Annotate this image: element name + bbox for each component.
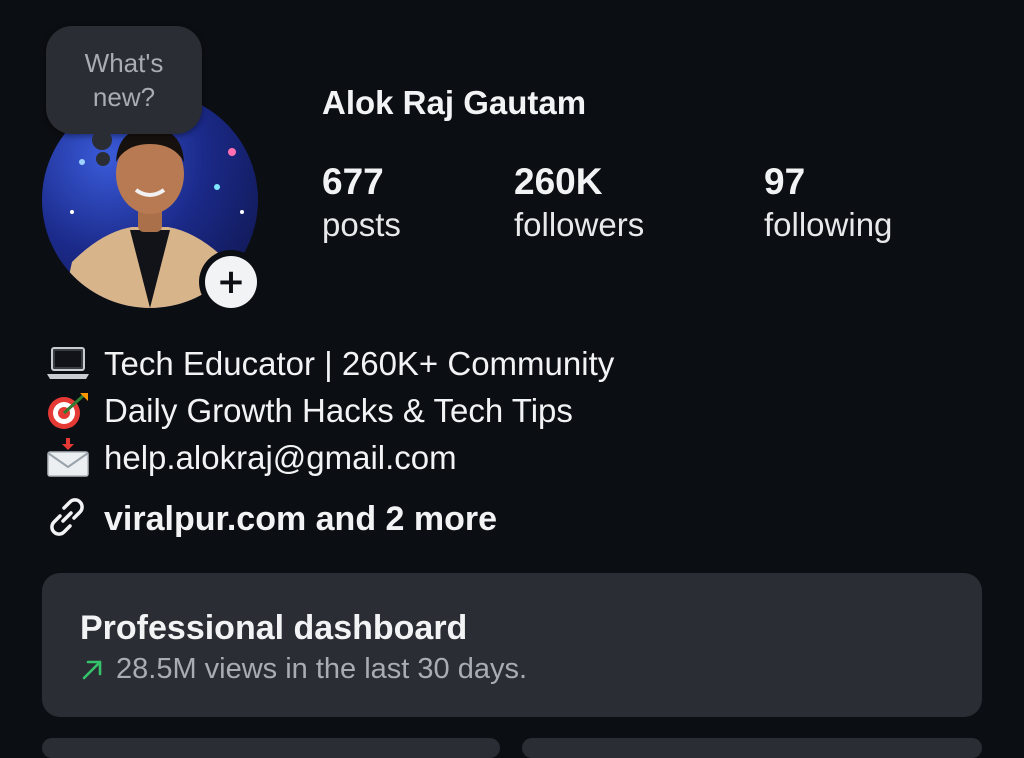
stat-label: following (764, 206, 893, 243)
note-text-line2: new? (92, 82, 156, 112)
note-bubble[interactable]: What's new? (46, 26, 202, 134)
note-tail-dot-small (96, 152, 110, 166)
bio-email[interactable]: help.alokraj@gmail.com (104, 439, 457, 477)
bio-text: Daily Growth Hacks & Tech Tips (104, 391, 573, 429)
envelope-icon (44, 436, 92, 480)
stat-value: 260K (514, 161, 603, 202)
dashboard-subtitle-row: 28.5M views in the last 30 days. (80, 653, 527, 686)
stat-label: posts (322, 206, 401, 243)
trend-up-arrow-icon (80, 658, 104, 682)
note-text-line1: What's (84, 48, 164, 78)
bio-line: Tech Educator | 260K+ Community (44, 340, 614, 387)
bio-line: Daily Growth Hacks & Tech Tips (44, 387, 614, 434)
profile-name: Alok Raj Gautam (322, 84, 587, 121)
bio-line[interactable]: help.alokraj@gmail.com (44, 434, 614, 481)
link-label[interactable]: viralpur.com and 2 more (104, 500, 497, 539)
stat-followers[interactable]: 260K followers (514, 160, 644, 246)
stat-label: followers (514, 206, 645, 243)
add-story-button[interactable]: + (199, 250, 263, 314)
stat-value: 97 (764, 161, 806, 202)
stat-value: 677 (322, 161, 384, 202)
share-profile-button[interactable] (522, 738, 982, 758)
bio-text: Tech Educator | 260K+ Community (104, 344, 615, 382)
profile-bio: Tech Educator | 260K+ Community Daily Gr… (44, 340, 614, 481)
dashboard-subtitle: 28.5M views in the last 30 days. (116, 653, 528, 685)
direct-hit-icon (44, 389, 92, 433)
stat-posts[interactable]: 677 posts (322, 160, 401, 246)
note-tail-dot (92, 130, 112, 150)
link-icon (44, 494, 90, 545)
stat-following[interactable]: 97 following (764, 160, 892, 246)
edit-profile-button[interactable] (42, 738, 500, 758)
dashboard-title: Professional dashboard (80, 609, 468, 647)
profile-link[interactable]: viralpur.com and 2 more (44, 494, 497, 545)
laptop-icon (44, 342, 92, 386)
plus-icon: + (205, 256, 257, 308)
professional-dashboard-card[interactable]: Professional dashboard 28.5M views in th… (42, 573, 982, 717)
